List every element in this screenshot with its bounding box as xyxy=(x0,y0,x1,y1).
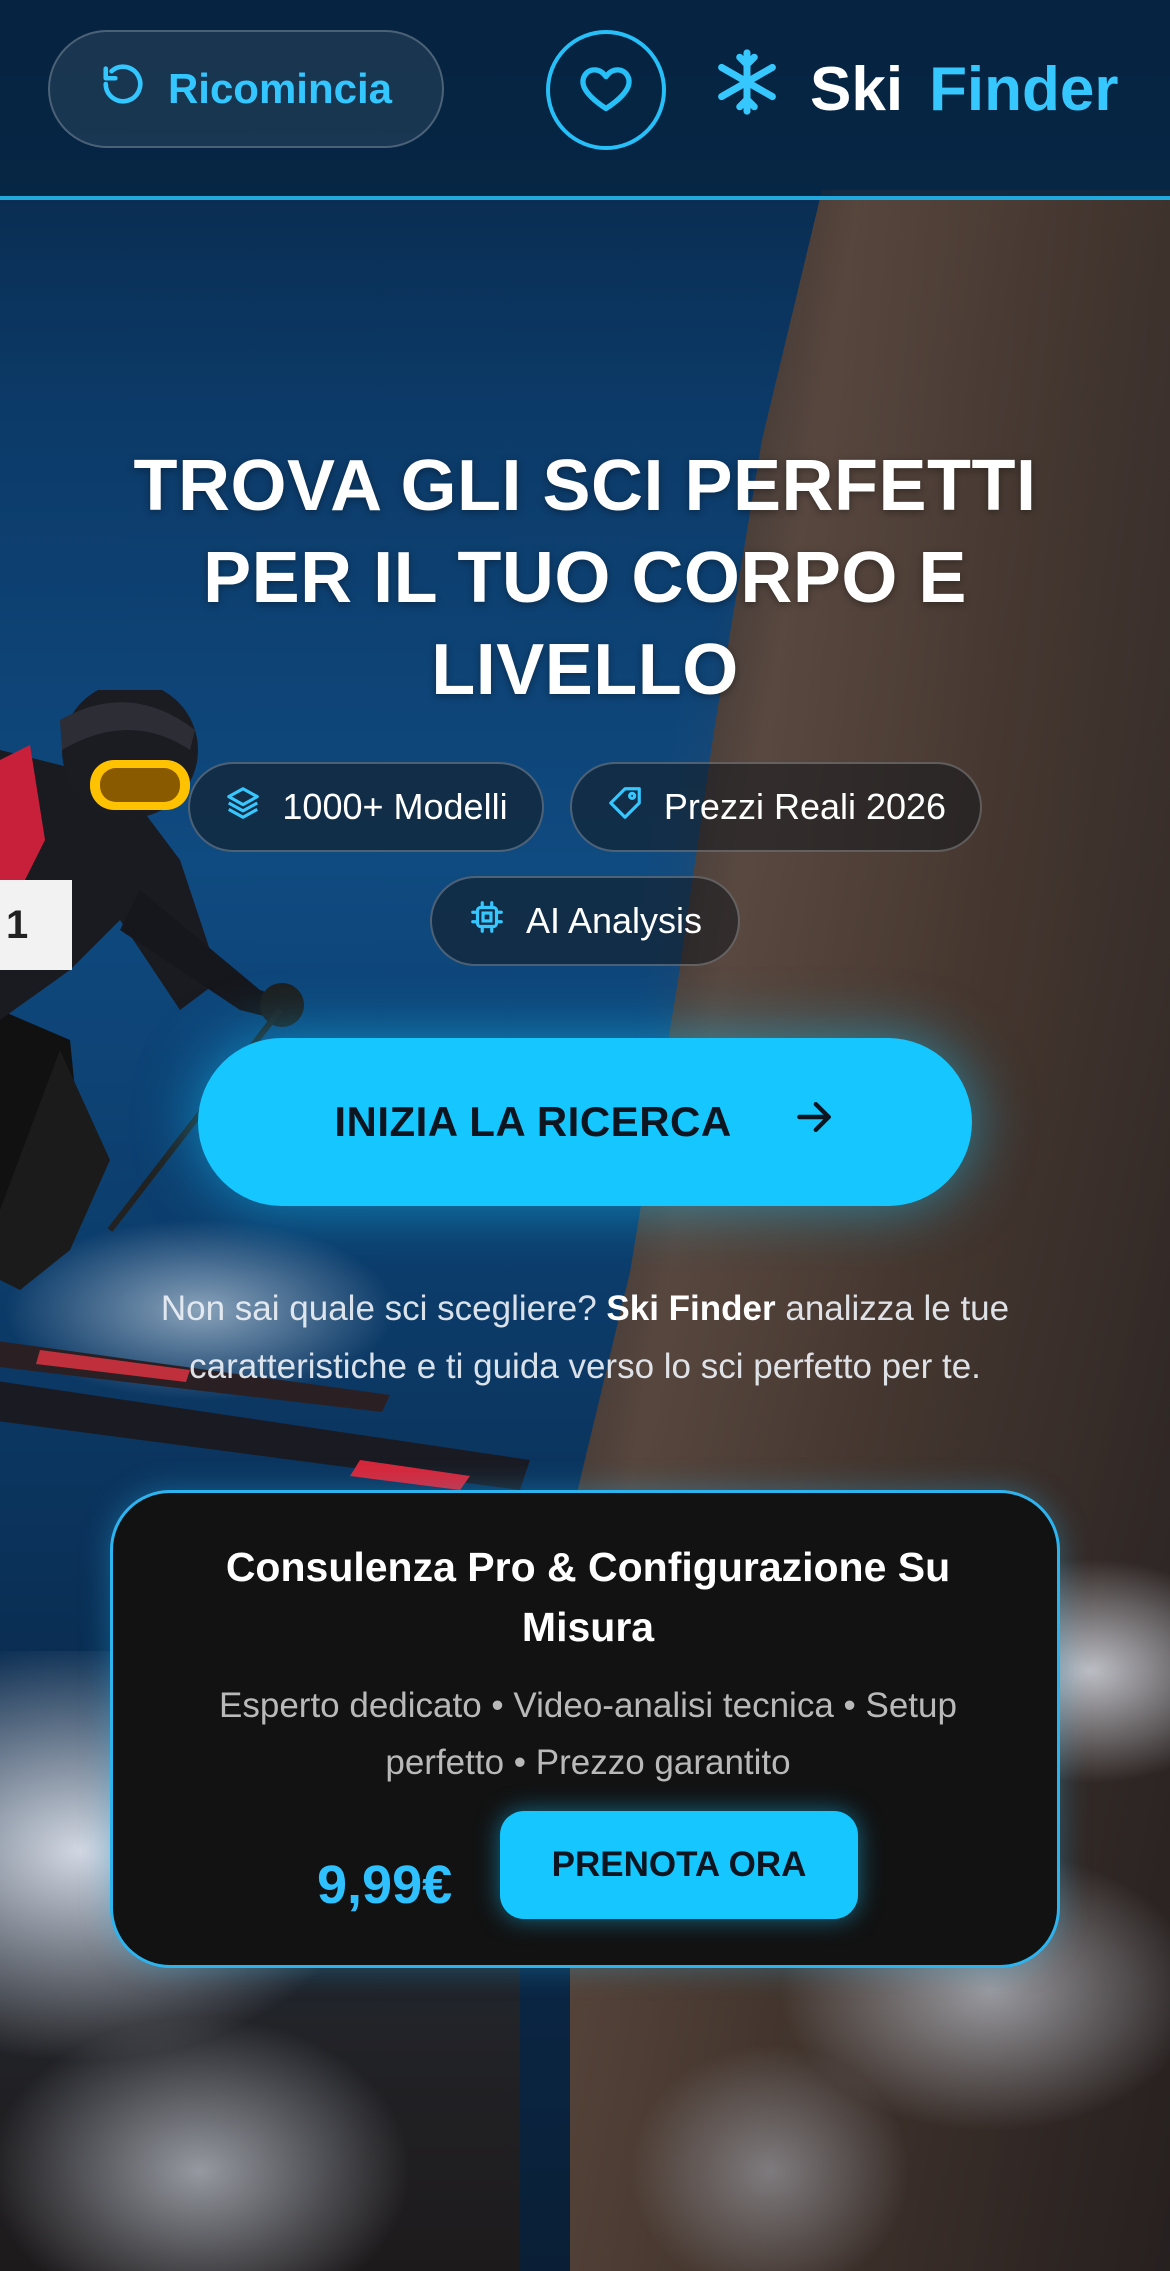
tag-icon xyxy=(606,784,644,831)
card-price: 9,99€ xyxy=(317,1855,453,1915)
feature-chip-label: 1000+ Modelli xyxy=(282,786,508,827)
brand-name-finder: Finder xyxy=(929,54,1119,124)
app-header: Ricomincia Ski Finder xyxy=(0,0,1170,200)
intro-text: Non sai quale sci scegliere? Ski Finder … xyxy=(110,1280,1060,1396)
intro-brand: Ski Finder xyxy=(606,1289,776,1328)
restart-button[interactable]: Ricomincia xyxy=(48,30,444,148)
heart-icon xyxy=(577,59,635,122)
card-title: Consulenza Pro & Configurazione Su Misur… xyxy=(225,1544,951,1650)
book-now-button[interactable]: PRENOTA ORA xyxy=(500,1811,858,1919)
feature-chip-prices: Prezzi Reali 2026 xyxy=(570,762,982,852)
refresh-icon xyxy=(100,61,146,117)
feature-chip-label: Prezzi Reali 2026 xyxy=(663,786,947,827)
pro-consulting-card: Consulenza Pro & Configurazione Su Misur… xyxy=(110,1490,1060,1968)
brand-logo[interactable]: Ski Finder xyxy=(712,44,1119,134)
layers-icon xyxy=(224,784,262,831)
feature-chip-label: AI Analysis xyxy=(525,900,703,941)
start-search-label: INIZIA LA RICERCA xyxy=(334,1098,732,1145)
feature-chip-models: 1000+ Modelli xyxy=(188,762,544,852)
favorites-button[interactable] xyxy=(546,30,666,150)
snowflake-icon xyxy=(712,47,782,132)
restart-label: Ricomincia xyxy=(167,65,393,112)
start-search-button[interactable]: INIZIA LA RICERCA xyxy=(198,1038,972,1206)
feature-chip-ai: AI Analysis xyxy=(430,876,740,966)
arrow-right-icon xyxy=(792,1095,836,1149)
svg-text:1: 1 xyxy=(6,903,28,947)
intro-text-start: Non sai quale sci scegliere? xyxy=(160,1289,597,1328)
brand-name-ski: Ski xyxy=(810,54,904,124)
chip-icon xyxy=(468,898,506,945)
card-subtitle: Esperto dedicato • Video-analisi tecnica… xyxy=(219,1686,957,1782)
hero-title: TROVA GLI SCI PERFETTI PER IL TUO CORPO … xyxy=(133,446,1037,710)
